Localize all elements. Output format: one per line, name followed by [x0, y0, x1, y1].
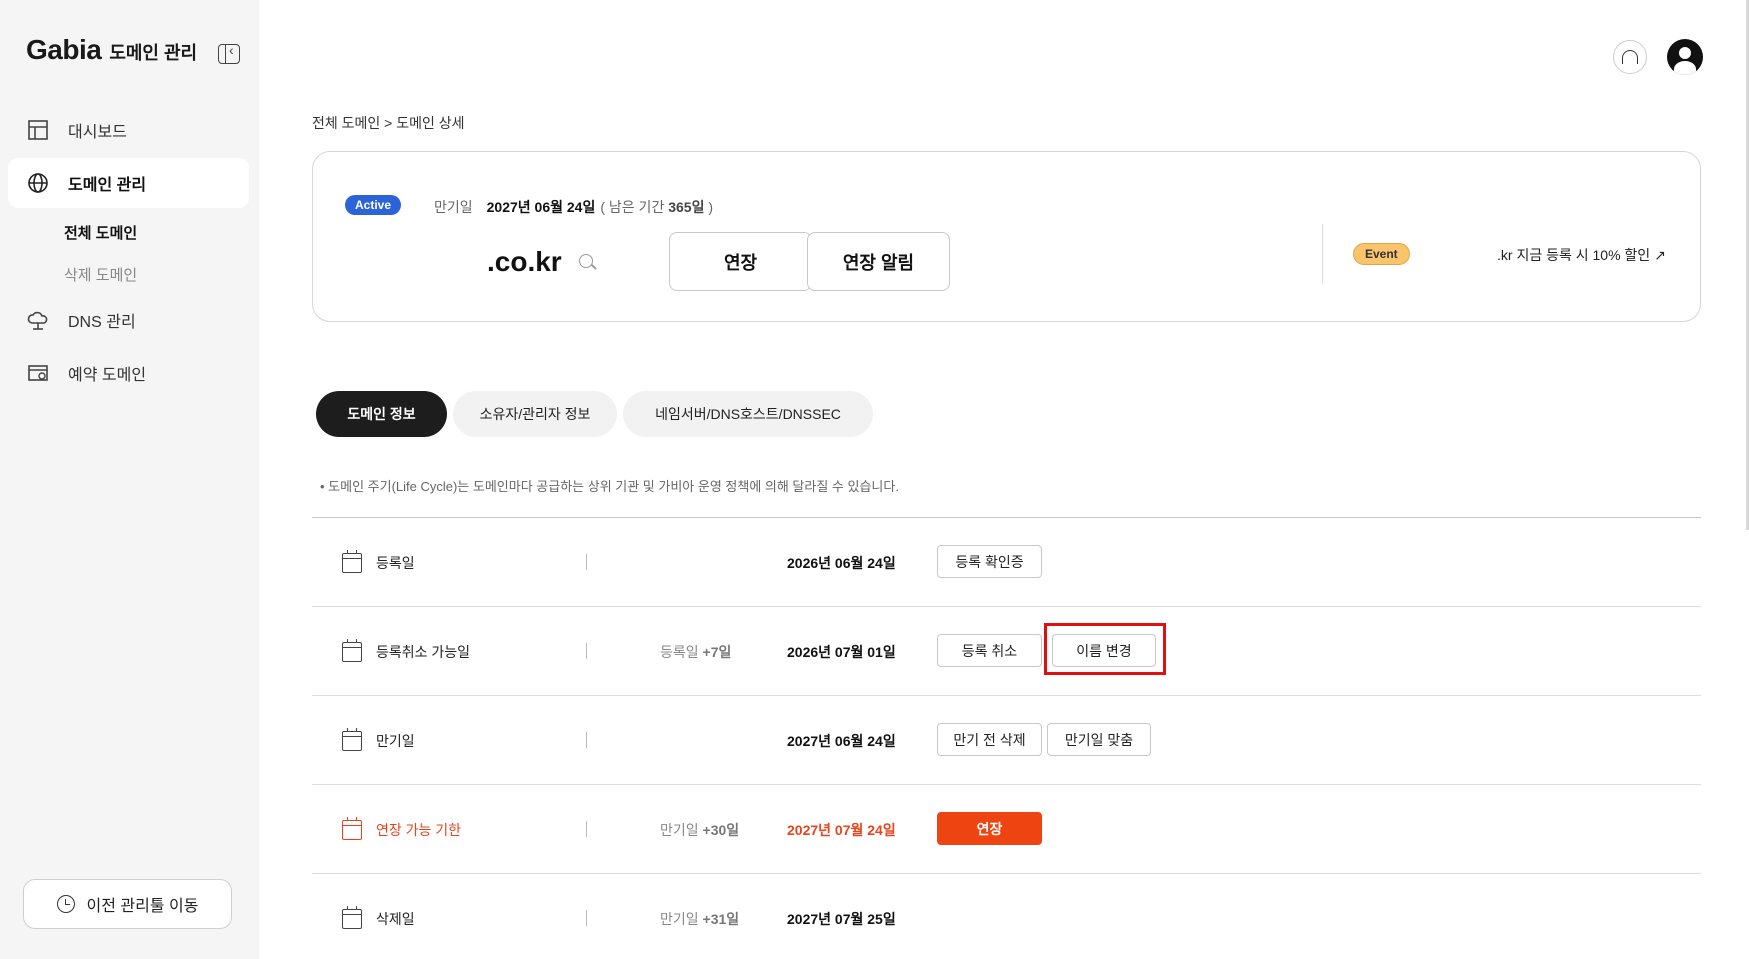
- expiry-date: 2027년 06월 24일: [486, 199, 596, 215]
- breadcrumb: 전체 도메인 > 도메인 상세: [312, 115, 465, 131]
- offset-value: +7일: [702, 644, 732, 660]
- sidebar-item-reserved-domain[interactable]: 예약 도메인: [8, 348, 249, 398]
- offset-prefix: 등록일: [660, 644, 703, 660]
- row-label: 등록취소 가능일: [376, 644, 471, 660]
- event-badge: Event: [1353, 243, 1410, 265]
- domain-name: .co.kr: [487, 246, 562, 277]
- tab-nameserver-dns[interactable]: 네임서버/DNS호스트/DNSSEC: [623, 391, 873, 437]
- renew-alert-button[interactable]: 연장 알림: [807, 232, 950, 291]
- history-icon: [56, 895, 75, 913]
- sidebar-item-label: 대시보드: [68, 124, 127, 141]
- row-offset: 만기일 +31일: [660, 909, 739, 929]
- delete-before-expiry-button[interactable]: 만기 전 삭제: [937, 723, 1042, 756]
- row-label: 등록일: [376, 555, 415, 571]
- calendar-edit-icon: [342, 639, 362, 662]
- sidebar-item-label: 도메인 관리: [68, 177, 147, 194]
- row-separator: [586, 554, 587, 570]
- row-separator: [586, 910, 587, 926]
- sidebar-item-label: 예약 도메인: [68, 367, 147, 384]
- reserved-domain-icon: [26, 361, 50, 385]
- calendar-clock-icon: [342, 728, 362, 751]
- lifecycle-note: • 도메인 주기(Life Cycle)는 도메인마다 공급하는 상위 기관 및…: [320, 479, 899, 494]
- row-date: 2027년 06월 24일: [787, 733, 896, 749]
- offset-prefix: 만기일: [660, 911, 703, 927]
- row-separator: [586, 821, 587, 837]
- calendar-delete-icon: [342, 906, 362, 929]
- cancel-registration-button[interactable]: 등록 취소: [937, 634, 1042, 667]
- offset-prefix: 만기일: [660, 822, 703, 838]
- row-date: 2026년 07월 01일: [787, 644, 896, 660]
- expiry-info: 만기일 2027년 06월 24일( 남은 기간 365일 ): [434, 197, 713, 217]
- row-separator: [586, 732, 587, 748]
- status-badge: Active: [345, 195, 402, 215]
- card-divider: [1322, 224, 1323, 284]
- user-avatar[interactable]: [1667, 39, 1703, 75]
- row-offset: 등록일 +7일: [660, 642, 731, 662]
- remaining-days: 365일: [668, 199, 705, 215]
- offset-value: +31일: [702, 911, 740, 927]
- remaining-prefix: ( 남은 기간: [600, 199, 669, 215]
- globe-icon: [26, 171, 50, 195]
- domain-summary-card: Active 만기일 2027년 06월 24일( 남은 기간 365일 ) .c…: [312, 151, 1701, 322]
- search-icon[interactable]: [579, 254, 593, 268]
- legacy-tool-button[interactable]: 이전 관리툴 이동: [23, 879, 232, 929]
- table-row: 만기일 2027년 06월 24일 만기 전 삭제 만기일 맞춤: [312, 695, 1701, 784]
- brand-name: Gabia: [26, 34, 102, 65]
- row-date: 2027년 07월 24일: [787, 822, 896, 838]
- lifecycle-table: 등록일 2026년 06월 24일 등록 확인증 등록취소 가능일 등록일 +7…: [312, 517, 1701, 959]
- row-label: 삭제일: [376, 911, 415, 927]
- headset-icon[interactable]: [1613, 40, 1647, 74]
- row-offset: 만기일 +30일: [660, 820, 739, 840]
- sidebar-item-dashboard[interactable]: 대시보드: [8, 105, 249, 155]
- brand-subtitle: 도메인 관리: [109, 43, 198, 63]
- tab-domain-info[interactable]: 도메인 정보: [316, 391, 447, 437]
- calendar-icon: [342, 550, 362, 573]
- collapse-sidebar-icon[interactable]: [218, 42, 240, 64]
- row-date: 2026년 06월 24일: [787, 555, 896, 571]
- sidebar-subitem-deleted-domains[interactable]: 삭제 도메인: [8, 253, 249, 295]
- expiry-label: 만기일: [434, 199, 473, 215]
- table-row: 등록일 2026년 06월 24일 등록 확인증: [312, 517, 1701, 606]
- sidebar-item-domain-management[interactable]: 도메인 관리: [8, 158, 249, 208]
- remaining-period: ( 남은 기간 365일 ): [600, 199, 713, 215]
- dashboard-icon: [26, 118, 50, 142]
- renew-button[interactable]: 연장: [669, 232, 812, 291]
- promo-link[interactable]: .kr 지금 등록 시 10% 할인 ↗: [1497, 245, 1666, 265]
- row-separator: [586, 643, 587, 659]
- align-expiry-button[interactable]: 만기일 맞춤: [1047, 723, 1151, 756]
- detail-tabs: 도메인 정보 소유자/관리자 정보 네임서버/DNS호스트/DNSSEC: [316, 391, 879, 437]
- sidebar-subitem-all-domains[interactable]: 전체 도메인: [8, 211, 249, 253]
- highlight-box: [1044, 623, 1166, 675]
- row-label: 연장 가능 기한: [376, 822, 462, 838]
- sidebar-item-dns-management[interactable]: DNS 관리: [8, 295, 249, 345]
- row-date: 2027년 07월 25일: [787, 911, 896, 927]
- registration-certificate-button[interactable]: 등록 확인증: [937, 545, 1042, 578]
- table-row: 연장 가능 기한 만기일 +30일 2027년 07월 24일 연장: [312, 784, 1701, 873]
- legacy-tool-label: 이전 관리툴 이동: [86, 898, 199, 915]
- calendar-icon: [342, 817, 362, 840]
- table-row: 등록취소 가능일 등록일 +7일 2026년 07월 01일 등록 취소 이름 …: [312, 606, 1701, 695]
- sidebar: Gabia 도메인 관리 대시보드 도메인 관리 전체 도메인 삭제 도메인 D…: [0, 0, 259, 959]
- sidebar-item-label: DNS 관리: [68, 314, 136, 331]
- cloud-dns-icon: [26, 308, 50, 332]
- row-label: 만기일: [376, 733, 415, 749]
- renew-row-button[interactable]: 연장: [937, 812, 1042, 845]
- table-row: 삭제일 만기일 +31일 2027년 07월 25일: [312, 873, 1701, 959]
- tab-owner-admin-info[interactable]: 소유자/관리자 정보: [453, 391, 617, 437]
- brand-logo[interactable]: Gabia 도메인 관리: [26, 34, 197, 66]
- remaining-suffix: ): [704, 199, 714, 215]
- offset-value: +30일: [702, 822, 740, 838]
- sidebar-nav: 대시보드 도메인 관리 전체 도메인 삭제 도메인 DNS 관리 예약 도메인: [8, 105, 249, 401]
